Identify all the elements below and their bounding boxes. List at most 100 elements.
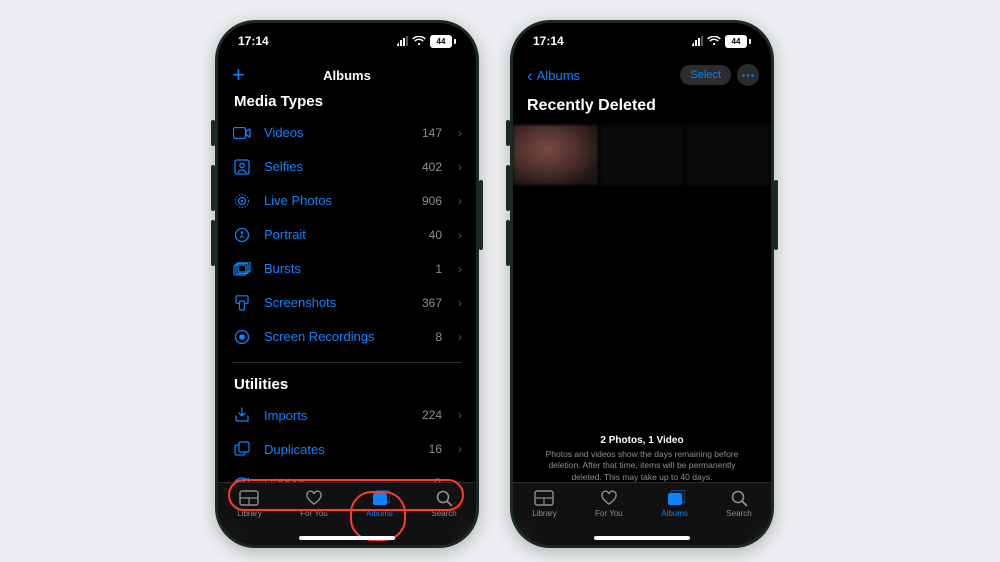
tab-albums[interactable]: Albums xyxy=(366,489,393,518)
selfies-icon xyxy=(232,159,252,175)
chevron-right-icon: › xyxy=(458,228,462,242)
row-count: 402 xyxy=(422,160,442,174)
chevron-right-icon: › xyxy=(458,160,462,174)
home-indicator[interactable] xyxy=(594,536,690,540)
info-title: 2 Photos, 1 Video xyxy=(533,435,751,446)
tab-for you[interactable]: For You xyxy=(595,489,623,518)
row-label: Duplicates xyxy=(264,442,417,457)
section-header-media: Media Types xyxy=(234,93,462,110)
list-row-live photos[interactable]: Live Photos 906 › xyxy=(232,184,462,218)
albums-list[interactable]: Media Types Videos 147 › Selfies 402 › L… xyxy=(218,91,476,482)
deleted-thumb[interactable] xyxy=(513,125,598,185)
list-row-videos[interactable]: Videos 147 › xyxy=(232,116,462,150)
tab-icon xyxy=(436,489,453,507)
list-row-screen recordings[interactable]: Screen Recordings 8 › xyxy=(232,320,462,354)
list-row-imports[interactable]: Imports 224 › xyxy=(232,399,462,433)
notch xyxy=(292,23,402,49)
bursts-icon xyxy=(232,262,252,276)
row-label: Screenshots xyxy=(264,295,410,310)
tab-icon xyxy=(600,489,618,507)
tab-icon xyxy=(665,489,685,507)
notch xyxy=(587,23,697,49)
status-time: 17:14 xyxy=(533,34,564,48)
videos-icon xyxy=(232,127,252,139)
select-button[interactable]: Select xyxy=(680,65,731,85)
deleted-thumb[interactable] xyxy=(600,125,685,185)
portrait-icon: f xyxy=(232,227,252,243)
home-indicator[interactable] xyxy=(299,536,395,540)
phone-left: 17:14 44 + Albums Media Types Videos 147… xyxy=(215,20,479,548)
tab-library[interactable]: Library xyxy=(237,489,261,518)
screenrec-icon xyxy=(232,329,252,345)
status-time: 17:14 xyxy=(238,34,269,48)
row-count: 8 xyxy=(435,330,442,344)
chevron-right-icon: › xyxy=(458,262,462,276)
row-count: 16 xyxy=(429,442,442,456)
chevron-right-icon: › xyxy=(458,442,462,456)
list-row-duplicates[interactable]: Duplicates 16 › xyxy=(232,433,462,467)
row-count: 1 xyxy=(435,262,442,276)
row-count: 40 xyxy=(429,228,442,242)
tab-icon xyxy=(731,489,748,507)
live-icon xyxy=(232,193,252,209)
tab-label: Albums xyxy=(661,509,688,518)
row-count: 224 xyxy=(422,408,442,422)
tab-label: For You xyxy=(595,509,623,518)
row-label: Live Photos xyxy=(264,193,410,208)
tab-label: Library xyxy=(237,509,261,518)
back-button[interactable]: ‹ Albums xyxy=(527,67,580,84)
info-subtitle: Photos and videos show the days remainin… xyxy=(533,449,751,483)
row-count: 147 xyxy=(422,126,442,140)
chevron-right-icon: › xyxy=(458,330,462,344)
more-button[interactable] xyxy=(737,64,759,86)
chevron-right-icon: › xyxy=(458,408,462,422)
row-label: Imports xyxy=(264,408,410,423)
tab-icon xyxy=(370,489,390,507)
screenshots-icon xyxy=(232,295,252,311)
list-row-bursts[interactable]: Bursts 1 › xyxy=(232,252,462,286)
back-label: Albums xyxy=(537,68,580,83)
tab-label: For You xyxy=(300,509,328,518)
add-button[interactable]: + xyxy=(232,64,245,86)
imports-icon xyxy=(232,407,252,423)
chevron-right-icon: › xyxy=(458,194,462,208)
tab-for you[interactable]: For You xyxy=(300,489,328,518)
section-header-utilities: Utilities xyxy=(234,376,462,393)
battery-icon: 44 xyxy=(725,35,751,48)
tab-label: Search xyxy=(726,509,751,518)
chevron-left-icon: ‹ xyxy=(527,67,533,84)
battery-icon: 44 xyxy=(430,35,456,48)
tab-library[interactable]: Library xyxy=(532,489,556,518)
duplicates-icon xyxy=(232,441,252,457)
list-row-screenshots[interactable]: Screenshots 367 › xyxy=(232,286,462,320)
row-count: 367 xyxy=(422,296,442,310)
page-title: Recently Deleted xyxy=(527,97,771,115)
nav-title: Albums xyxy=(323,68,371,83)
tab-albums[interactable]: Albums xyxy=(661,489,688,518)
row-label: Screen Recordings xyxy=(264,329,423,344)
tab-label: Search xyxy=(431,509,456,518)
list-row-portrait[interactable]: f Portrait 40 › xyxy=(232,218,462,252)
tab-label: Albums xyxy=(366,509,393,518)
deleted-grid[interactable] xyxy=(513,125,771,185)
svg-text:f: f xyxy=(241,232,243,239)
row-label: Portrait xyxy=(264,227,417,242)
nav-bar: + Albums xyxy=(218,59,476,91)
list-row-hidden[interactable]: Hidden › xyxy=(232,467,462,483)
tab-icon xyxy=(534,489,554,507)
tab-icon xyxy=(305,489,323,507)
info-footer: 2 Photos, 1 Video Photos and videos show… xyxy=(513,435,771,483)
wifi-icon xyxy=(412,36,426,46)
chevron-right-icon: › xyxy=(458,296,462,310)
deleted-thumb[interactable] xyxy=(686,125,771,185)
tab-search[interactable]: Search xyxy=(431,489,456,518)
list-row-selfies[interactable]: Selfies 402 › xyxy=(232,150,462,184)
tab-icon xyxy=(239,489,259,507)
row-label: Videos xyxy=(264,125,410,140)
divider xyxy=(232,362,462,363)
phone-right: 17:14 44 ‹ Albums Select Rece xyxy=(510,20,774,548)
tab-search[interactable]: Search xyxy=(726,489,751,518)
row-count: 906 xyxy=(422,194,442,208)
nav-bar: ‹ Albums Select xyxy=(513,59,771,91)
row-label: Selfies xyxy=(264,159,410,174)
